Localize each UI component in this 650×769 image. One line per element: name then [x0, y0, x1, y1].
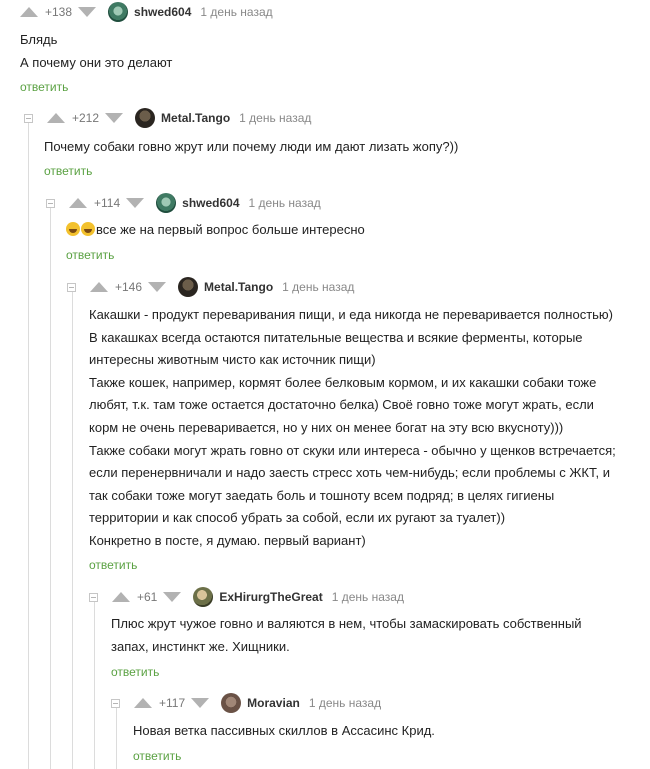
laughing-emoji-icon [81, 222, 95, 236]
downvote-icon[interactable] [105, 113, 124, 123]
comment-line: Конкретно в посте, я думаю. первый вариа… [89, 532, 366, 548]
comment-time[interactable]: 1 день назад [332, 590, 404, 604]
comment-line: Какашки - продукт переваривания пищи, и … [89, 307, 614, 322]
reply-link[interactable]: ответить [89, 558, 137, 572]
upvote-icon[interactable] [47, 113, 65, 123]
comment-line: если перенервничали и надо заесть стресс… [89, 465, 610, 481]
comment-rating: +146 [115, 280, 143, 294]
comment-author[interactable]: Metal.Tango [161, 111, 230, 125]
comment-rating: +117 [159, 696, 186, 710]
comment-time[interactable]: 1 день назад [309, 696, 381, 710]
avatar[interactable] [135, 108, 156, 128]
reply-link[interactable]: ответить [20, 80, 68, 94]
upvote-icon[interactable] [90, 282, 108, 292]
collapse-icon[interactable] [67, 282, 76, 292]
collapse-icon[interactable] [111, 698, 120, 708]
thread-line[interactable] [94, 601, 95, 769]
comment-line: В какашках всегда остаются питательные в… [89, 329, 583, 345]
thread-line[interactable] [28, 122, 29, 769]
collapse-icon[interactable] [46, 198, 55, 208]
thread-line[interactable] [50, 207, 51, 769]
comment-text: все же на первый вопрос больше интересно [66, 219, 365, 242]
comment-header: +61 ExHirurgTheGreat 1 день назад [89, 586, 404, 608]
upvote-icon[interactable] [134, 698, 152, 708]
thread-line[interactable] [72, 291, 73, 769]
downvote-icon[interactable] [163, 592, 182, 602]
upvote-icon[interactable] [69, 198, 87, 208]
reply-link[interactable]: ответить [111, 665, 159, 679]
comment-header: +114 shwed604 1 день назад [46, 192, 321, 214]
comment-author[interactable]: ExHirurgTheGreat [219, 590, 322, 604]
comment-author[interactable]: Metal.Tango [204, 280, 273, 294]
comment-rating: +61 [137, 590, 158, 604]
comment-line: корм не очень переваривается, но у них о… [89, 419, 564, 435]
comment-time[interactable]: 1 день назад [282, 280, 354, 294]
comment-rating: +114 [94, 196, 121, 210]
collapse-icon[interactable] [24, 113, 33, 123]
downvote-icon[interactable] [78, 7, 97, 17]
comment-author[interactable]: shwed604 [134, 5, 191, 19]
downvote-icon[interactable] [126, 198, 145, 208]
comment-line: все же на первый вопрос больше интересно [66, 219, 365, 242]
comment-line: так собаки тоже могут заедать боль и тош… [89, 487, 555, 503]
comment-rating: +138 [45, 5, 73, 19]
comment-line: территории и как способ убрать за собой,… [89, 510, 506, 526]
avatar[interactable] [221, 693, 242, 713]
avatar[interactable] [178, 277, 199, 297]
avatar[interactable] [193, 587, 214, 607]
comment-line: запах, инстинкт же. Хищники. [111, 638, 290, 654]
upvote-icon[interactable] [112, 592, 130, 602]
comment-author[interactable]: Moravian [247, 696, 300, 710]
comment-rating: +212 [72, 111, 100, 125]
comment-header: +146 Metal.Tango 1 день назад [67, 276, 354, 298]
comment-author[interactable]: shwed604 [182, 196, 239, 210]
avatar[interactable] [108, 2, 129, 22]
comment-line: Новая ветка пассивных скиллов в Ассасинс… [133, 723, 435, 738]
laughing-emoji-icon [66, 222, 80, 236]
downvote-icon[interactable] [148, 282, 167, 292]
upvote-icon[interactable] [20, 7, 38, 17]
comment-line: Почему собаки говно жрут или почему люди… [44, 139, 459, 154]
comment-line: Также кошек, например, кормят более белк… [89, 374, 597, 390]
comment-line: Блядь [20, 32, 58, 47]
comment-text: Новая ветка пассивных скиллов в Ассасинс… [133, 720, 435, 743]
comment-text: Почему собаки говно жрут или почему люди… [44, 136, 458, 159]
comment-text: Плюс жрут чужое говно и валяются в нем, … [111, 613, 582, 658]
comment-line: А почему они это делают [20, 54, 173, 70]
reply-link[interactable]: ответить [66, 248, 114, 262]
comment-line-text: все же на первый вопрос больше интересно [96, 222, 365, 237]
reply-link[interactable]: ответить [44, 164, 92, 178]
downvote-icon[interactable] [191, 698, 210, 708]
comment-header: +212 Metal.Tango 1 день назад [24, 107, 311, 129]
comment-line: Также собаки могут жрать говно от скуки … [89, 442, 616, 458]
comment-text: Блядь А почему они это делают [20, 29, 172, 74]
comment-header: +117 Moravian 1 день назад [111, 692, 381, 714]
collapse-icon[interactable] [89, 592, 98, 602]
comment-line: Плюс жрут чужое говно и валяются в нем, … [111, 616, 582, 631]
comment-line: интересны животным чисто как источник пи… [89, 352, 376, 368]
comment-line: любят, т.к. там тоже остается достаточно… [89, 397, 594, 413]
comment-time[interactable]: 1 день назад [239, 111, 311, 125]
avatar[interactable] [156, 193, 177, 213]
comment-text: Какашки - продукт переваривания пищи, и … [89, 304, 616, 553]
reply-link[interactable]: ответить [133, 749, 181, 763]
comment-time[interactable]: 1 день назад [249, 196, 321, 210]
comment-header: +138 shwed604 1 день назад [20, 1, 273, 23]
comment-time[interactable]: 1 день назад [200, 5, 272, 19]
thread-line[interactable] [116, 708, 117, 769]
